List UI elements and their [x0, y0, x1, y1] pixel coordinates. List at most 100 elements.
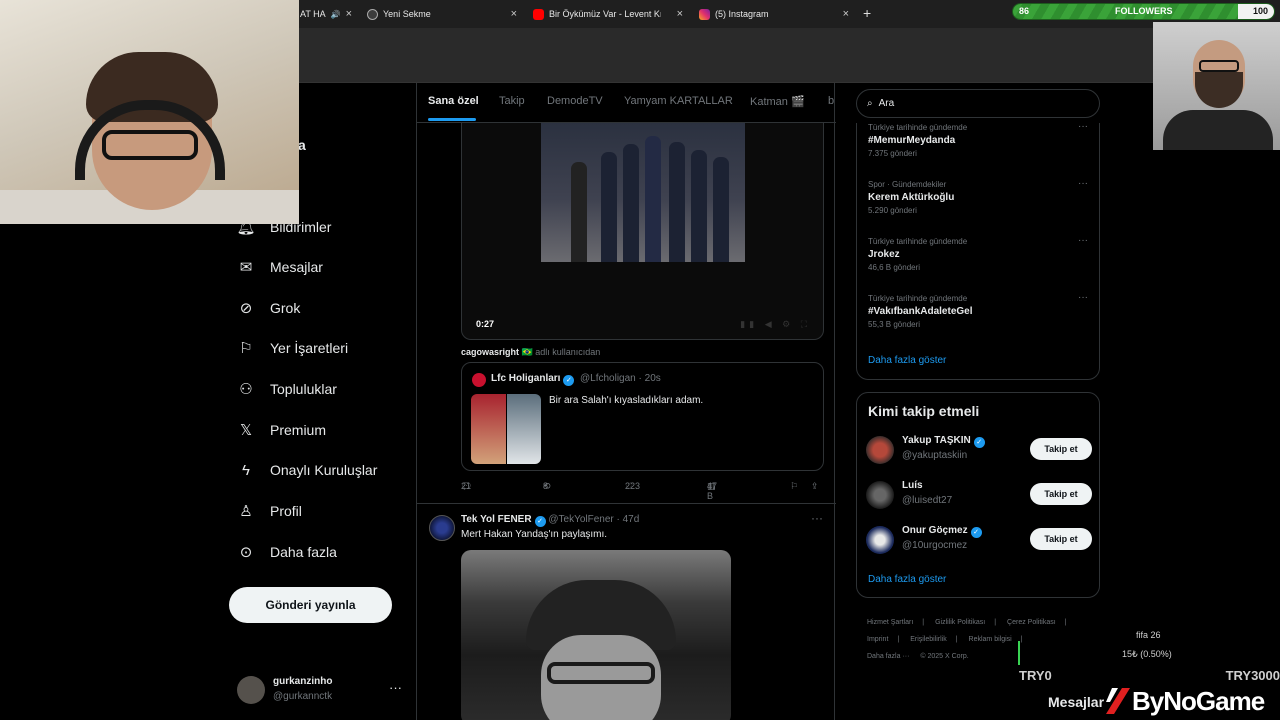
trend-item[interactable]: Türkiye tarihinde gündemde Jrokez 46,6 B…: [868, 235, 1090, 287]
sidebar-item-bookmarks[interactable]: ⚐ Yer İşaretleri: [236, 338, 348, 358]
browser-tab[interactable]: AT HA 🔊 ×: [300, 4, 352, 24]
sidebar-item-label: Daha fazla: [270, 544, 337, 560]
player-photo-left: [471, 394, 506, 464]
footer-link[interactable]: Reklam bilgisi: [969, 636, 1012, 643]
suggestion-handle: @yakuptaskiin: [902, 450, 968, 461]
footer-link[interactable]: Erişilebilirlik: [910, 636, 947, 643]
avatar[interactable]: [429, 515, 455, 541]
avatar: [866, 481, 894, 509]
quote-handle: @Lfcholigan · 20s: [580, 373, 661, 384]
sidebar-item-grok[interactable]: ⊘ Grok: [236, 298, 301, 318]
tab-following[interactable]: Takip: [499, 95, 525, 107]
footer-link[interactable]: Çerez Politikası: [1007, 619, 1056, 626]
close-icon[interactable]: ×: [843, 8, 849, 20]
sidebar-item-verified-orgs[interactable]: ϟ Onaylı Kuruluşlar: [236, 460, 377, 480]
footer-separator: |: [955, 636, 958, 643]
chrome-icon: [367, 8, 378, 20]
tweet-author-name[interactable]: Tek Yol FENER: [461, 514, 532, 525]
quote-image[interactable]: [471, 394, 541, 464]
sidebar-item-label: Onaylı Kuruluşlar: [270, 462, 378, 478]
donation-goal-widget: fifa 26 15₺ (0.50%) TRY0 TRY3000: [1018, 626, 1280, 688]
sidebar-item-label: Premium: [270, 422, 327, 438]
bookmark-icon[interactable]: ⚐: [790, 481, 798, 492]
browser-tab[interactable]: (5) Instagram ×: [699, 4, 849, 24]
tab-demodetv[interactable]: DemodeTV: [547, 95, 603, 107]
quote-author[interactable]: Lfc Holiganları ✓: [491, 373, 575, 386]
footer-link[interactable]: Gizlilik Politikası: [935, 619, 985, 626]
copyright: © 2025 X Corp.: [920, 653, 969, 660]
tab-katman[interactable]: Katman 🎬: [750, 95, 805, 108]
follow-suggestion[interactable]: Luís @luisedt27 Takip et: [866, 478, 1092, 514]
streamer-photo: [1153, 22, 1280, 150]
sidebar-item-communities[interactable]: ⚇ Topluluklar: [236, 379, 337, 399]
tweet-header: Tek Yol FENER ✓ @TekYolFener · 47d: [461, 514, 639, 527]
x-logo-icon: 𝕏: [239, 422, 253, 439]
new-tab-button[interactable]: +: [863, 5, 871, 21]
quoted-tweet[interactable]: Lfc Holiganları ✓ @Lfcholigan · 20s Bir a…: [461, 362, 824, 471]
footer-separator: |: [922, 619, 925, 626]
mail-icon: ✉: [239, 259, 253, 276]
glasses-shape: [1199, 60, 1239, 72]
avatar: [866, 436, 894, 464]
followers-goal-bar: 86 FOLLOWERS 100: [1012, 3, 1275, 20]
video-controls[interactable]: ▮▮ ◀ ⚙ ⛶: [740, 319, 811, 330]
trend-name: Jrokez: [868, 249, 900, 260]
trend-category: Türkiye tarihinde gündemde: [868, 123, 968, 132]
footer-link[interactable]: Imprint: [867, 636, 888, 643]
follow-button[interactable]: Takip et: [1030, 483, 1092, 505]
show-more-suggestions-link[interactable]: Daha fazla göster: [868, 574, 946, 585]
tweet-handle: @TekYolFener · 47d: [548, 514, 640, 525]
trend-item[interactable]: Türkiye tarihinde gündemde #VakıfbankAda…: [868, 292, 1090, 344]
browser-tab[interactable]: Yeni Sekme ×: [367, 4, 517, 24]
sidebar-item-premium[interactable]: 𝕏 Premium: [236, 420, 326, 440]
footer-link[interactable]: Daha fazla ···: [867, 653, 909, 660]
repost-note: cagowasright 🇧🇷 adlı kullanıcıdan: [461, 347, 600, 358]
person-icon: ♙: [239, 503, 253, 520]
close-icon[interactable]: ×: [677, 8, 683, 20]
tweet-image[interactable]: [461, 550, 731, 720]
video-player[interactable]: 0:27 ▮▮ ◀ ⚙ ⛶: [461, 123, 824, 340]
show-more-trends-link[interactable]: Daha fazla göster: [868, 355, 946, 366]
more-icon[interactable]: ···: [811, 511, 823, 525]
follow-button[interactable]: Takip et: [1030, 528, 1092, 550]
tab-for-you[interactable]: Sana özel: [428, 95, 479, 107]
sidebar-item-profile[interactable]: ♙ Profil: [236, 501, 302, 521]
more-icon[interactable]: ···: [1078, 235, 1088, 246]
avatar: [237, 676, 265, 704]
follow-suggestion[interactable]: Yakup TAŞKIN ✓ @yakuptaskiin Takip et: [866, 433, 1092, 469]
close-icon[interactable]: ×: [346, 8, 352, 20]
repost-count: 8: [543, 481, 549, 491]
more-circle-icon: ⊙: [239, 544, 253, 561]
sidebar-item-messages[interactable]: ✉ Mesajlar: [236, 257, 323, 277]
verified-badge-icon: ✓: [563, 375, 575, 386]
suggestion-name: Onur Göçmez ✓: [902, 525, 982, 538]
more-icon[interactable]: ···: [1078, 292, 1088, 303]
sidebar-item-more[interactable]: ⊙ Daha fazla: [236, 542, 337, 562]
follow-suggestion[interactable]: Onur Göçmez ✓ @10urgocmez Takip et: [866, 523, 1092, 559]
trend-item[interactable]: Türkiye tarihinde gündemde #MemurMeydand…: [868, 121, 1090, 173]
tab-yamyam-kartallar[interactable]: Yamyam KARTALLAR: [624, 95, 733, 107]
more-icon[interactable]: ···: [1078, 178, 1088, 189]
communities-icon: ⚇: [239, 381, 253, 398]
more-icon[interactable]: ···: [389, 680, 402, 695]
grok-icon: ⊘: [239, 300, 253, 317]
follow-button[interactable]: Takip et: [1030, 438, 1092, 460]
close-icon[interactable]: ×: [511, 8, 517, 20]
tab-more[interactable]: b: [828, 95, 834, 107]
trend-item[interactable]: Spor · Gündemdekiler Kerem Aktürkoğlu 5.…: [868, 178, 1090, 230]
footer-link[interactable]: Hizmet Şartları: [867, 619, 913, 626]
quote-author-name: Lfc Holiganları: [491, 373, 561, 384]
account-switcher[interactable]: gurkanzinho @gurkannctk ···: [237, 674, 402, 708]
post-button[interactable]: Gönderi yayınla: [229, 587, 392, 623]
search-input[interactable]: ⌕ Ara: [856, 89, 1100, 118]
more-icon[interactable]: ···: [1078, 121, 1088, 132]
search-icon: ⌕: [867, 98, 873, 109]
footer-separator: |: [897, 636, 900, 643]
trend-name: Kerem Aktürkoğlu: [868, 192, 955, 203]
lightning-icon: ϟ: [242, 461, 250, 479]
footer-separator: |: [1064, 619, 1067, 626]
browser-tab[interactable]: Bir Öykümüz Var - Levent Kırca ×: [533, 4, 683, 24]
share-icon[interactable]: ⇪: [811, 481, 819, 492]
video-time: 0:27: [476, 319, 495, 329]
repost-user[interactable]: cagowasright: [461, 347, 519, 357]
